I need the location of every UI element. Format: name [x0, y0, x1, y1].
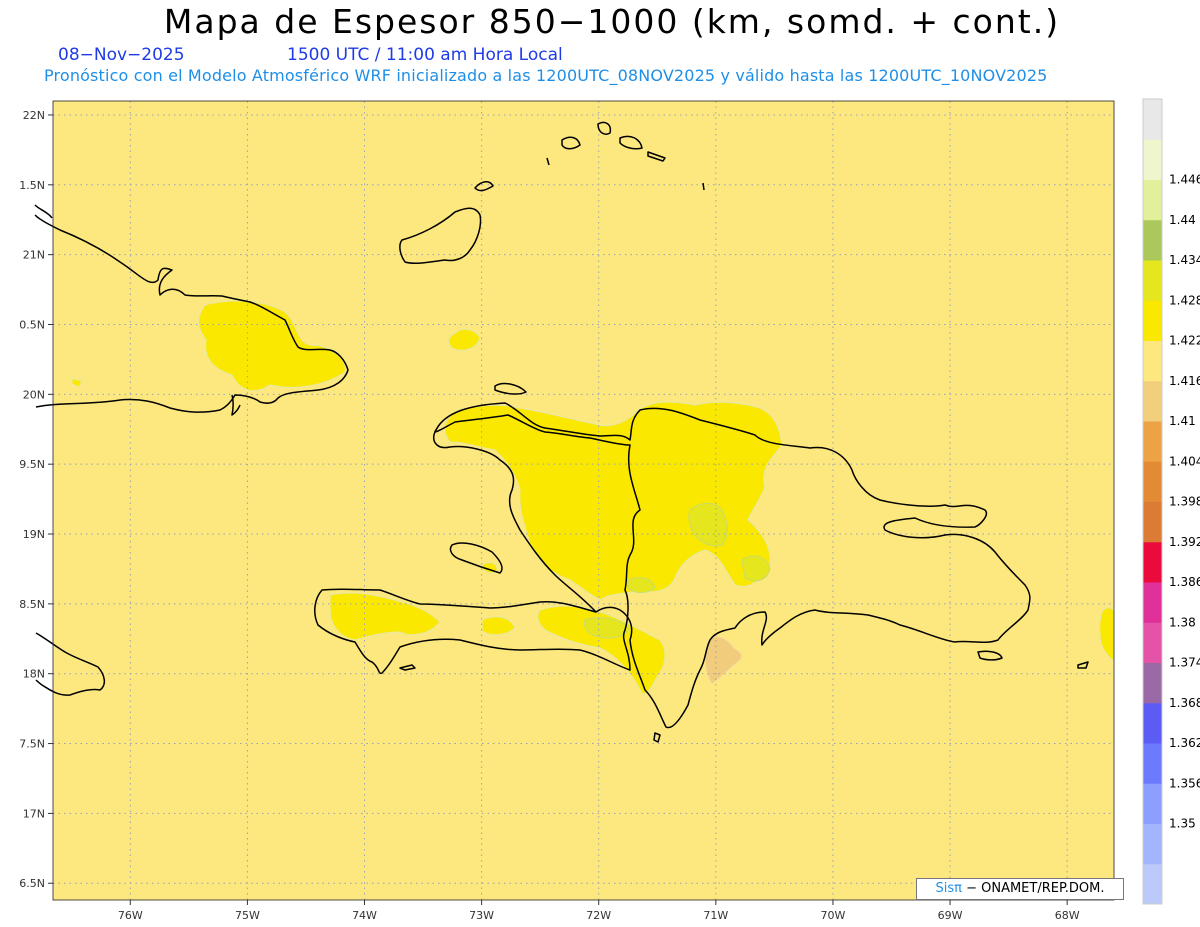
lon-tick-label: 75W: [235, 909, 260, 922]
forecast-time: 1500 UTC / 11:00 am Hora Local: [287, 45, 563, 65]
color-scale-swatch: [1143, 179, 1162, 221]
color-scale-swatch: [1143, 99, 1162, 140]
color-scale-label: 1.398: [1169, 495, 1200, 509]
lat-tick-label: 9.5N: [19, 458, 45, 471]
color-scale-swatch: [1143, 461, 1162, 502]
color-scale-swatch: [1143, 702, 1162, 744]
lat-tick-label: 19N: [23, 528, 45, 541]
lon-tick-label: 74W: [352, 909, 377, 922]
color-scale-swatch: [1143, 622, 1162, 663]
color-scale-swatch: [1143, 863, 1162, 905]
color-scale-swatch: [1143, 139, 1162, 180]
color-scale-label: 1.434: [1169, 253, 1200, 267]
color-scale-swatch: [1143, 501, 1162, 543]
lat-tick-label: 21N: [23, 249, 45, 262]
lat-tick-label: 0.5N: [19, 318, 45, 331]
lat-tick-label: 6.5N: [19, 877, 45, 890]
color-scale-label: 1.404: [1169, 454, 1200, 468]
lat-tick-label: 18N: [23, 668, 45, 681]
color-scale-swatch: [1143, 541, 1162, 583]
color-scale-swatch: [1143, 823, 1162, 865]
color-scale-label: 1.356: [1169, 776, 1200, 790]
lon-tick-label: 68W: [1055, 909, 1080, 922]
lon-tick-label: 73W: [469, 909, 494, 922]
color-scale-label: 1.374: [1169, 656, 1200, 670]
lon-tick-label: 69W: [938, 909, 963, 922]
color-scale-swatch: [1143, 219, 1162, 261]
color-scale-label: 1.368: [1169, 696, 1200, 710]
color-scale-label: 1.416: [1169, 374, 1200, 388]
color-scale-label: 1.41: [1169, 414, 1196, 428]
color-scale-label: 1.422: [1169, 334, 1200, 348]
lat-tick-label: 17N: [23, 807, 45, 820]
color-scale-label: 1.44: [1169, 213, 1196, 227]
color-scale: 1.35 1.356 1.362 1.368 1.374 1.38 1.386 1.392 1.…: [1142, 98, 1200, 905]
color-scale-label: 1.38: [1169, 615, 1196, 629]
lat-tick-label: 20N: [23, 388, 45, 401]
credit-organization: ONAMET/REP.DOM.: [976, 881, 1105, 896]
credit-separator: −: [961, 881, 977, 896]
lat-tick-label: 1.5N: [19, 179, 45, 192]
credit-brand: Sisπ: [935, 881, 962, 896]
map-title: Mapa de Espesor 850−1000 (km, somd. + co…: [163, 2, 1061, 41]
color-scale-label: 1.386: [1169, 575, 1200, 589]
color-scale-swatch: [1143, 421, 1162, 462]
color-scale-label: 1.392: [1169, 535, 1200, 549]
lon-tick-label: 71W: [703, 909, 728, 922]
color-scale-swatch: [1143, 300, 1162, 341]
thickness-map: 22N 1.5N 21N 0.5N 20N 9.5N 19N 8.5N 18N 7.5N 17N 6.…: [19, 98, 1200, 922]
color-scale-label: 1.362: [1169, 736, 1200, 750]
lat-tick-label: 8.5N: [19, 598, 45, 611]
color-scale-swatch: [1143, 340, 1162, 382]
lat-tick-label: 7.5N: [19, 738, 45, 751]
lon-tick-label: 76W: [118, 909, 143, 922]
color-scale-swatch: [1143, 582, 1162, 623]
forecast-date: 08−Nov−2025: [58, 45, 185, 65]
lon-tick-label: 72W: [586, 909, 611, 922]
color-scale-swatch: [1143, 743, 1162, 784]
lat-tick-label: 22N: [23, 109, 45, 122]
color-scale-label: 1.446: [1169, 173, 1200, 187]
color-scale-swatch: [1143, 380, 1162, 422]
color-scale-swatch: [1143, 260, 1162, 301]
color-scale-swatch: [1143, 783, 1162, 824]
credit-box: Sisπ − ONAMET/REP.DOM.: [916, 878, 1124, 900]
forecast-description: Pronóstico con el Modelo Atmosférico WRF…: [44, 66, 1048, 85]
color-scale-label: 1.35: [1169, 817, 1196, 831]
color-scale-swatch: [1143, 662, 1162, 704]
color-scale-label: 1.428: [1169, 293, 1200, 307]
lon-tick-label: 70W: [821, 909, 846, 922]
